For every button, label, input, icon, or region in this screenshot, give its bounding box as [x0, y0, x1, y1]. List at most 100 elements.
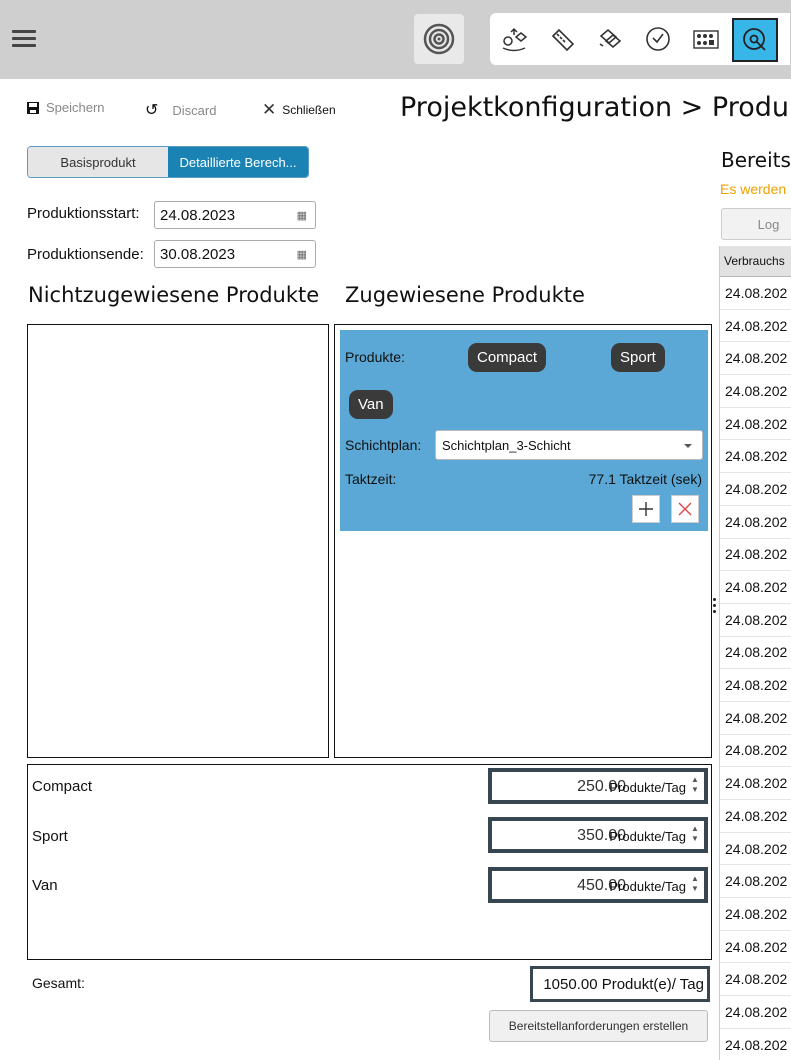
table-row[interactable]: 24.08.202: [720, 865, 791, 899]
requests-table: Verbrauchs 24.08.202 24.08.202 24.08.202 24…: [719, 246, 791, 1060]
remove-button[interactable]: [671, 495, 699, 523]
total-value-text: 1050.00 Produkt(e)/ Tag: [543, 975, 704, 993]
log-button[interactable]: Log: [721, 208, 791, 240]
shift-plan-value: Schichtplan_3-Schicht: [442, 437, 571, 453]
table-row[interactable]: 24.08.202: [720, 637, 791, 670]
total-value: 1050.00 Produkt(e)/ Tag: [530, 966, 710, 1002]
grid-matrix-icon: [693, 30, 719, 49]
table-row[interactable]: 24.08.202: [720, 800, 791, 833]
quantity-unit: Produkte/Tag: [609, 829, 686, 844]
radar-button[interactable]: [414, 14, 464, 64]
table-row[interactable]: 24.08.202: [720, 277, 791, 310]
total-label: Gesamt:: [32, 975, 85, 991]
table-row[interactable]: 24.08.202: [720, 735, 791, 768]
zoom-target-icon: [743, 28, 766, 51]
zoom-target-button[interactable]: [732, 18, 778, 62]
table-row[interactable]: 24.08.202: [720, 440, 791, 474]
dropdown-caret-icon: [684, 444, 692, 448]
page-title: Projektkonfiguration > Produk: [400, 92, 791, 123]
right-panel-title: Bereits: [721, 148, 791, 172]
table-row[interactable]: 24.08.202: [720, 1029, 791, 1060]
shapes-move-button[interactable]: [494, 19, 534, 59]
table-row[interactable]: 24.08.202: [720, 571, 791, 604]
clock-icon: [646, 27, 670, 51]
add-button[interactable]: [632, 495, 660, 523]
table-row[interactable]: 24.08.202: [720, 702, 791, 735]
layers-button[interactable]: [590, 19, 630, 59]
production-start-field[interactable]: 24.08.2023 ▦: [154, 201, 316, 229]
assigned-group-card: Produkte: Compact Sport Van Schichtplan:…: [340, 330, 708, 531]
unassigned-products-pane[interactable]: [27, 324, 329, 758]
production-end-field[interactable]: 30.08.2023 ▦: [154, 240, 316, 268]
quantity-label-compact: Compact: [32, 778, 93, 795]
table-row[interactable]: 24.08.202: [720, 996, 791, 1029]
table-row[interactable]: 24.08.202: [720, 539, 791, 572]
shapes-move-icon: [502, 27, 528, 52]
quantity-label-sport: Sport: [32, 828, 68, 845]
stepper-icon[interactable]: ▲ ▼: [691, 824, 699, 846]
create-requests-button[interactable]: Bereitstellanforderungen erstellen: [489, 1010, 708, 1042]
tab-basisprodukt[interactable]: Basisprodukt: [28, 147, 168, 177]
chip-van[interactable]: Van: [349, 390, 393, 419]
table-row[interactable]: 24.08.202: [720, 473, 791, 506]
save-icon: [27, 101, 39, 114]
quantity-input-compact[interactable]: 250.00 Produkte/Tag ▲ ▼: [488, 768, 708, 804]
shift-plan-select[interactable]: Schichtplan_3-Schicht: [435, 430, 703, 460]
edit-ruler-button[interactable]: [542, 19, 582, 59]
table-row[interactable]: 24.08.202: [720, 833, 791, 866]
production-end-label: Produktionsende:: [27, 246, 144, 263]
chip-compact[interactable]: Compact: [468, 343, 547, 372]
table-row[interactable]: 24.08.202: [720, 408, 791, 441]
close-icon: ✕: [262, 100, 277, 119]
quantity-unit: Produkte/Tag: [609, 780, 686, 795]
cycle-time-value: 77.1 Taktzeit (sek): [588, 471, 702, 487]
table-rows: 24.08.202 24.08.202 24.08.202 24.08.202 24.0…: [720, 277, 791, 1060]
stepper-icon[interactable]: ▲ ▼: [691, 874, 699, 896]
save-label: Speichern: [46, 100, 105, 115]
delete-x-icon: [678, 502, 692, 516]
calendar-icon[interactable]: ▦: [297, 248, 307, 261]
mode-tabs: Basisprodukt Detaillierte Berech...: [27, 146, 309, 178]
table-row[interactable]: 24.08.202: [720, 931, 791, 964]
radar-icon: [423, 23, 455, 55]
table-row[interactable]: 24.08.202: [720, 604, 791, 637]
shift-plan-label: Schichtplan:: [345, 437, 422, 453]
unassigned-products-title: Nichtzugewiesene Produkte: [28, 283, 320, 307]
production-start-label: Produktionsstart:: [27, 205, 140, 222]
table-row[interactable]: 24.08.202: [720, 375, 791, 408]
column-header-verbrauch[interactable]: Verbrauchs: [720, 246, 791, 277]
discard-label: Discard: [172, 102, 217, 118]
table-row[interactable]: 24.08.202: [720, 342, 791, 376]
table-row[interactable]: 24.08.202: [720, 669, 791, 702]
stepper-icon[interactable]: ▲ ▼: [691, 775, 699, 797]
drag-handle-icon[interactable]: [713, 598, 716, 620]
table-row[interactable]: 24.08.202: [720, 310, 791, 343]
table-row[interactable]: 24.08.202: [720, 963, 791, 997]
undo-icon: ↺: [145, 102, 159, 119]
production-end-value: 30.08.2023: [160, 245, 236, 263]
right-panel-subtitle: Es werden: [720, 181, 787, 197]
quantity-unit: Produkte/Tag: [609, 879, 686, 894]
chip-sport[interactable]: Sport: [611, 343, 665, 372]
clock-button[interactable]: [638, 19, 678, 59]
quantity-input-van[interactable]: 450.00 Produkte/Tag ▲ ▼: [488, 867, 708, 903]
calendar-icon[interactable]: ▦: [297, 209, 307, 222]
tool-group: [490, 13, 790, 65]
quantity-input-sport[interactable]: 350.00 Produkte/Tag ▲ ▼: [488, 817, 708, 853]
edit-ruler-icon: [551, 28, 575, 52]
table-row[interactable]: 24.08.202: [720, 767, 791, 800]
production-start-value: 24.08.2023: [160, 206, 236, 224]
close-button[interactable]: ✕ Schließen: [262, 100, 336, 120]
layers-icon: [599, 28, 622, 49]
discard-button[interactable]: ↺ Discard: [145, 100, 216, 120]
cycle-time-label: Taktzeit:: [345, 471, 397, 487]
save-button[interactable]: Speichern: [26, 100, 105, 115]
table-row[interactable]: 24.08.202: [720, 506, 791, 539]
tab-detaillierte-berechnung[interactable]: Detaillierte Berech...: [168, 147, 308, 177]
assigned-products-title: Zugewiesene Produkte: [345, 283, 585, 307]
menu-icon[interactable]: [10, 24, 42, 54]
grid-matrix-button[interactable]: [686, 19, 726, 59]
quantity-label-van: Van: [32, 877, 58, 894]
close-label: Schließen: [282, 103, 336, 117]
table-row[interactable]: 24.08.202: [720, 898, 791, 931]
